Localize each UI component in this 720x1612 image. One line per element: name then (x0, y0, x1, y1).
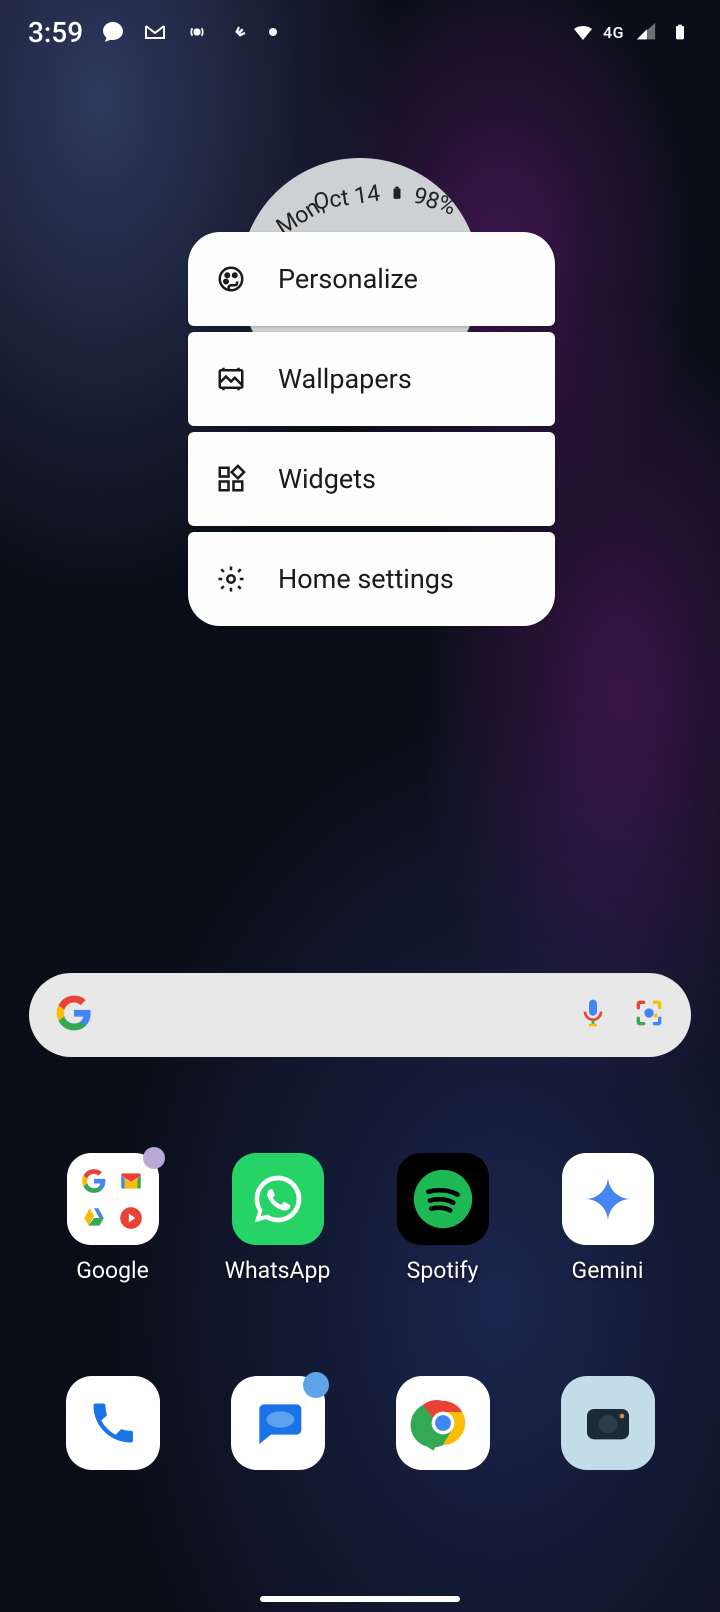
menu-personalize[interactable]: Personalize (188, 232, 555, 326)
status-left: 3:59 (28, 16, 277, 49)
date-arc: Mon, Oct 14 98% (262, 182, 458, 209)
clap-icon (227, 20, 251, 44)
network-label: 4G (603, 23, 624, 42)
spotify-icon (397, 1153, 489, 1245)
menu-widgets[interactable]: Widgets (188, 432, 555, 526)
app-whatsapp[interactable]: WhatsApp (208, 1153, 348, 1284)
home-context-menu: Personalize Wallpapers Widgets Home sett… (188, 232, 555, 626)
mic-icon[interactable] (577, 997, 609, 1033)
menu-home-settings[interactable]: Home settings (188, 532, 555, 626)
status-bar[interactable]: 3:59 4G (0, 0, 720, 64)
google-mini-icon (79, 1165, 110, 1196)
app-label: Gemini (572, 1257, 644, 1284)
chat-icon (101, 20, 125, 44)
status-right: 4G (571, 20, 692, 44)
dock (0, 1376, 720, 1470)
menu-label: Wallpapers (278, 363, 412, 395)
app-spotify[interactable]: Spotify (373, 1153, 513, 1284)
notification-badge (303, 1372, 329, 1398)
google-logo-icon (55, 994, 93, 1036)
widgets-icon (216, 464, 246, 494)
gmail-icon (143, 20, 167, 44)
menu-wallpapers[interactable]: Wallpapers (188, 332, 555, 426)
phone-icon (66, 1376, 160, 1470)
app-row: Google WhatsApp Spotify Gemini (0, 1153, 720, 1284)
notification-badge (143, 1147, 165, 1169)
app-label: Google (76, 1257, 149, 1284)
battery-icon (668, 20, 692, 44)
messages-icon (231, 1376, 325, 1470)
camera-icon (561, 1376, 655, 1470)
menu-label: Home settings (278, 563, 454, 595)
status-time: 3:59 (28, 16, 83, 49)
menu-label: Widgets (278, 463, 376, 495)
app-label: Spotify (407, 1257, 479, 1284)
wifi-icon (571, 20, 595, 44)
dock-messages[interactable] (208, 1376, 348, 1470)
whatsapp-icon (232, 1153, 324, 1245)
drive-mini-icon (79, 1202, 110, 1233)
dock-camera[interactable] (538, 1376, 678, 1470)
youtube-mini-icon (116, 1202, 147, 1233)
gmail-mini-icon (116, 1165, 147, 1196)
battery-mini-icon (390, 183, 404, 208)
google-folder-icon (67, 1153, 159, 1245)
hotspot-icon (185, 20, 209, 44)
gear-icon (216, 564, 246, 594)
dock-chrome[interactable] (373, 1376, 513, 1470)
app-google-folder[interactable]: Google (43, 1153, 183, 1284)
dock-phone[interactable] (43, 1376, 183, 1470)
app-gemini[interactable]: Gemini (538, 1153, 678, 1284)
palette-icon (216, 264, 246, 294)
nav-handle[interactable] (260, 1596, 460, 1602)
chrome-icon (396, 1376, 490, 1470)
more-dot-icon (269, 28, 277, 36)
signal-icon (634, 20, 658, 44)
app-label: WhatsApp (225, 1257, 331, 1284)
menu-label: Personalize (278, 263, 418, 295)
gemini-icon (562, 1153, 654, 1245)
google-search-bar[interactable] (29, 973, 691, 1057)
image-icon (216, 364, 246, 394)
lens-icon[interactable] (633, 997, 665, 1033)
